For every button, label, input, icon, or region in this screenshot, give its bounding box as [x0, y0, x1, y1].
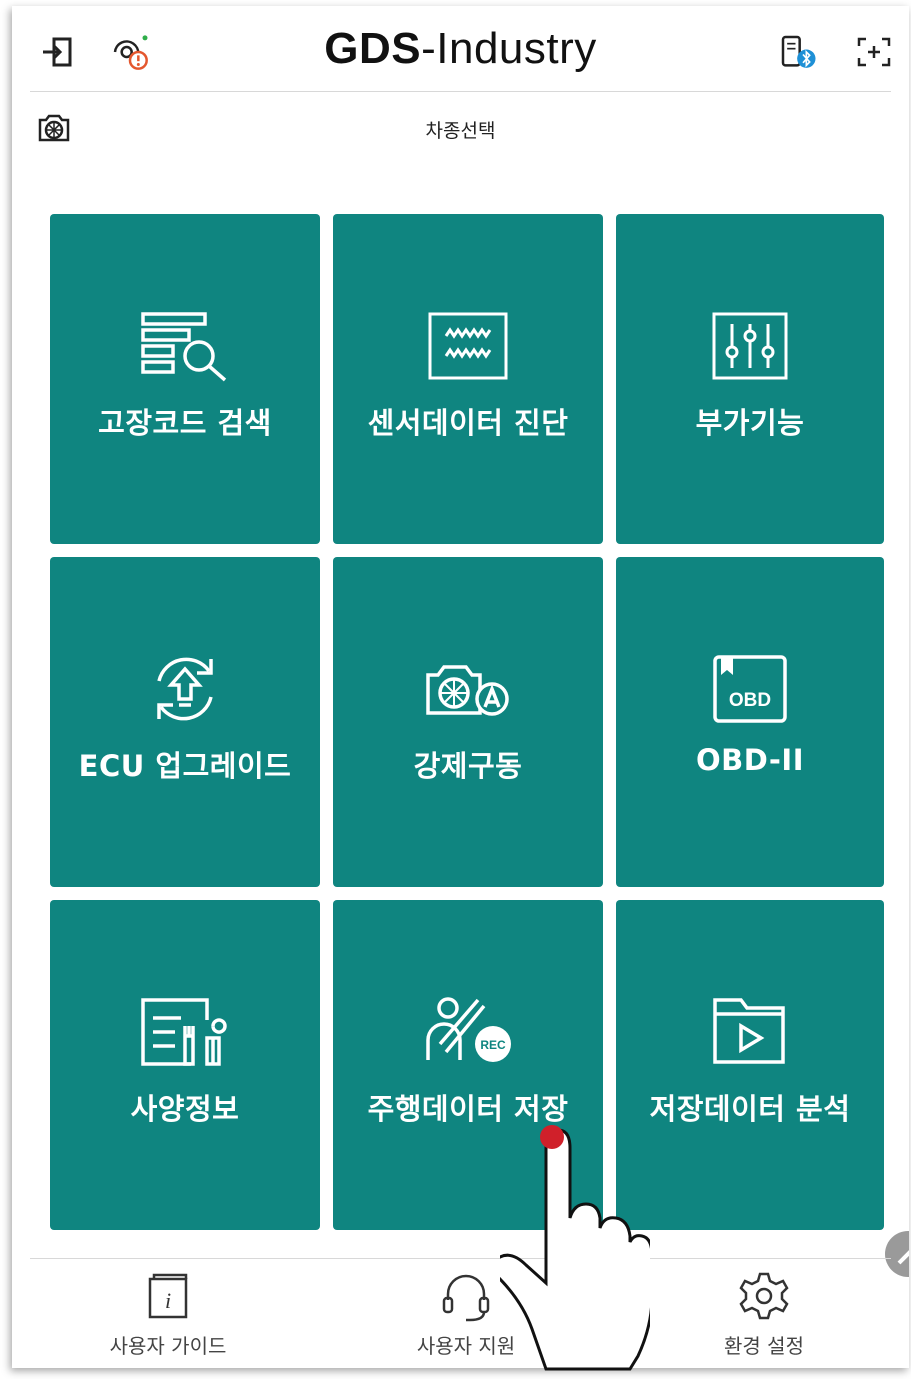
settings-gear-icon [736, 1268, 792, 1324]
obd-icon-text: OBD [729, 690, 771, 711]
tile-sensor-data[interactable]: 센서데이터 진단 [333, 214, 603, 544]
nav-label: 사용자 가이드 [109, 1334, 227, 1358]
sensor-data-icon [418, 306, 518, 386]
logo-g: G [324, 24, 359, 73]
tile-label: OBD-II [696, 743, 804, 777]
dtc-search-icon [135, 306, 235, 386]
vehicle-select-bar[interactable]: 차종선택 [12, 92, 909, 162]
app-logo: GDS-Industry [12, 24, 909, 74]
nav-user-support[interactable]: 사용자 지원 [356, 1268, 576, 1359]
top-bar: GDS-Industry [12, 6, 909, 92]
tile-label: 부가기능 [695, 406, 805, 440]
tile-label: 센서데이터 진단 [367, 406, 569, 440]
tile-additional-functions[interactable]: 부가기능 [616, 214, 884, 544]
saved-data-folder-icon [700, 992, 800, 1072]
logo-ds: DS [358, 24, 422, 73]
nav-label: 환경 설정 [724, 1334, 804, 1358]
tile-dtc-search[interactable]: 고장코드 검색 [50, 214, 320, 544]
nav-label: 사용자 지원 [416, 1334, 516, 1358]
tile-obd-ii[interactable]: OBD OBD-II [616, 557, 884, 887]
tile-actuation-test[interactable]: 강제구동 [333, 557, 603, 887]
bluetooth-device-icon[interactable] [778, 32, 818, 72]
fullscreen-icon[interactable] [854, 32, 894, 72]
bottom-divider [30, 1258, 891, 1259]
sliders-icon [700, 306, 800, 386]
tile-label: 고장코드 검색 [98, 406, 272, 440]
main-menu-grid: 고장코드 검색 센서데이터 진단 부가기능 ECU 업그레이드 강제구동 OBD… [50, 214, 884, 1230]
svg-text:i: i [165, 1288, 171, 1313]
obd-icon: OBD [700, 649, 800, 729]
rec-icon-text: REC [480, 1038, 506, 1052]
tile-label: 저장데이터 분석 [649, 1092, 851, 1126]
tile-label: 강제구동 [413, 749, 523, 783]
app-window: GDS-Industry 차종선택 고장코드 검색 센서데이터 진단 부가기능 … [12, 6, 909, 1368]
tile-spec-info[interactable]: 사양정보 [50, 900, 320, 1230]
actuation-test-icon [418, 649, 518, 729]
tile-label: 사양정보 [130, 1092, 240, 1126]
bottom-nav: i 사용자 가이드 사용자 지원 환경 설정 [12, 1258, 909, 1368]
tile-label: 주행데이터 저장 [367, 1092, 569, 1126]
vehicle-select-label: 차종선택 [425, 120, 496, 142]
tile-label: ECU 업그레이드 [78, 749, 292, 783]
tile-drive-record[interactable]: REC 주행데이터 저장 [333, 900, 603, 1230]
tile-ecu-upgrade[interactable]: ECU 업그레이드 [50, 557, 320, 887]
drive-record-icon: REC [418, 992, 518, 1072]
tile-saved-data-analysis[interactable]: 저장데이터 분석 [616, 900, 884, 1230]
nav-settings[interactable]: 환경 설정 [654, 1268, 874, 1359]
logo-industry: -Industry [421, 24, 597, 73]
user-guide-icon: i [140, 1268, 196, 1324]
nav-user-guide[interactable]: i 사용자 가이드 [58, 1268, 278, 1359]
ecu-upgrade-icon [135, 649, 235, 729]
spec-info-icon [135, 992, 235, 1072]
headset-icon [438, 1268, 494, 1324]
